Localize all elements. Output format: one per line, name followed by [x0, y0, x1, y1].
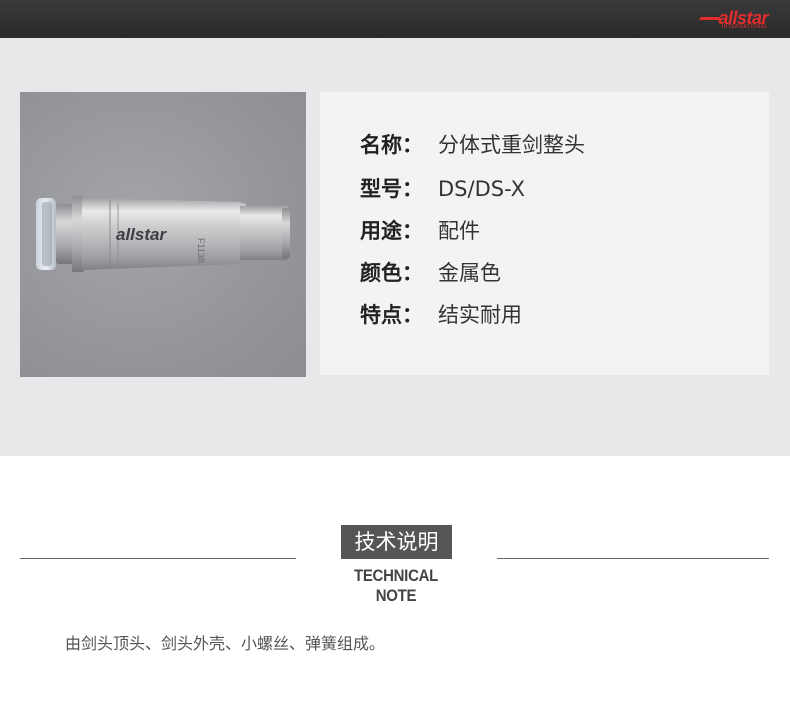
spec-value: 配件 [438, 219, 480, 243]
engraved-code: F1138 [196, 238, 206, 263]
spec-value: DS/DS-X [438, 177, 525, 201]
divider-right [497, 558, 769, 559]
spec-panel: 名称： 分体式重剑整头 型号： DS/DS-X 用途： 配件 颜色： 金属色 特点： 结实… [320, 92, 769, 375]
spec-row-name: 名称： 分体式重剑整头 [360, 130, 585, 160]
logo-subtext: INTERNATIONAL [721, 24, 768, 30]
spec-row-color: 颜色： 金属色 [360, 258, 501, 288]
technical-note-title: 技术说明 [341, 525, 452, 559]
epee-tip-illustration: allstar F1138 [36, 196, 290, 272]
spec-row-feature: 特点： 结实耐用 [360, 300, 522, 330]
spec-key: 名称： [360, 133, 423, 157]
tip-end [240, 206, 288, 260]
top-banner: allstar INTERNATIONAL [0, 0, 790, 38]
product-image: allstar F1138 [20, 92, 306, 377]
engraved-brand: allstar [116, 225, 167, 244]
spec-key: 型号： [360, 177, 423, 201]
spec-value: 金属色 [438, 261, 501, 285]
spec-key: 特点： [360, 303, 423, 327]
spec-row-model: 型号： DS/DS-X [360, 174, 525, 204]
technical-description: 由剑头顶头、剑头外壳、小螺丝、弹簧组成。 [65, 634, 386, 653]
spec-value: 结实耐用 [438, 303, 522, 327]
spec-key: 颜色： [360, 261, 423, 285]
spec-key: 用途： [360, 219, 423, 243]
technical-note-subtitle: TECHNICAL NOTE [353, 566, 439, 605]
tip-collar [56, 204, 74, 264]
divider-left [20, 558, 296, 559]
spec-row-usage: 用途： 配件 [360, 216, 480, 246]
logo-swoosh-icon [699, 17, 722, 20]
allstar-logo[interactable]: allstar INTERNATIONAL [699, 8, 768, 32]
spec-value: 分体式重剑整头 [438, 133, 585, 157]
